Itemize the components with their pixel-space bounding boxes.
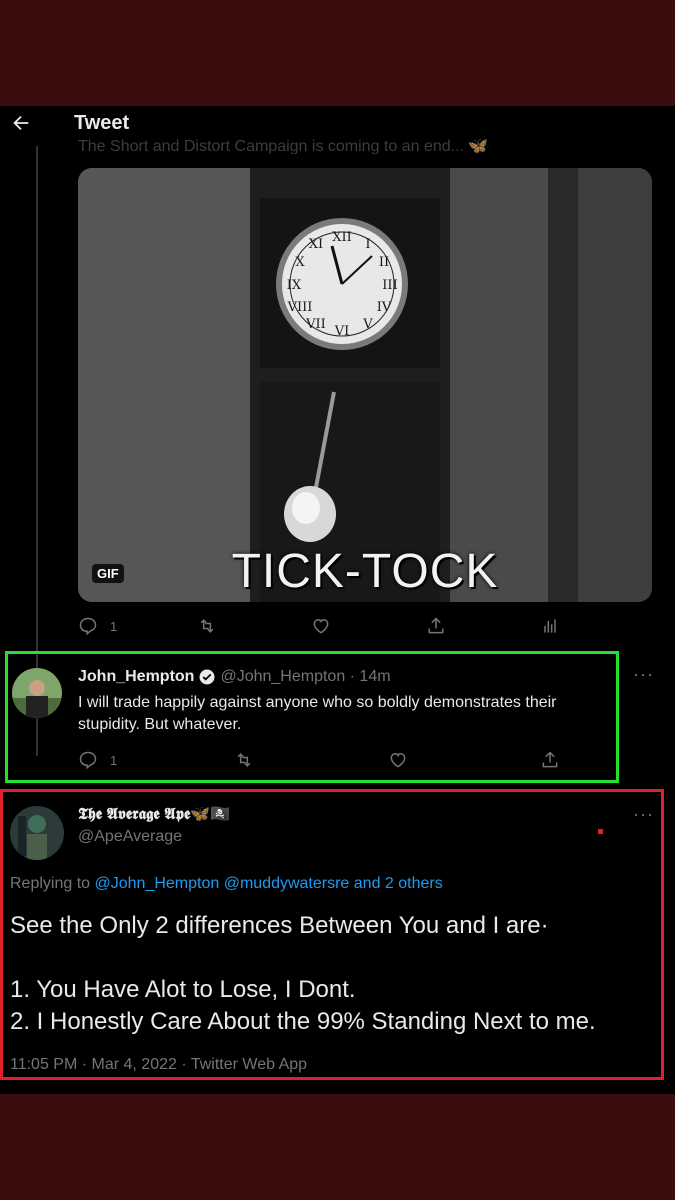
svg-text:VI: VI xyxy=(334,324,350,339)
svg-text:I: I xyxy=(365,237,370,252)
reply-count: 1 xyxy=(110,752,118,768)
gif-badge: GIF xyxy=(92,564,124,583)
reply-icon xyxy=(79,751,97,770)
share-icon xyxy=(428,617,444,634)
avatar-image xyxy=(12,668,62,718)
more-options-button[interactable]: ··· xyxy=(633,664,654,685)
heart-icon xyxy=(313,618,329,634)
clock-gif-image: XII I II III IV V VI VII VIII IX X XI xyxy=(78,168,652,602)
analytics-action[interactable] xyxy=(540,616,560,636)
svg-text:VII: VII xyxy=(305,317,326,332)
display-name: John_Hempton xyxy=(78,668,195,686)
share-icon xyxy=(542,751,558,768)
like-action[interactable] xyxy=(311,616,331,636)
reply-icon xyxy=(79,617,97,636)
more-options-button[interactable]: ··· xyxy=(633,804,654,825)
back-button[interactable] xyxy=(10,112,32,134)
red-dot-mark xyxy=(598,829,603,834)
retweet-icon xyxy=(200,619,214,633)
retweet-action[interactable] xyxy=(197,616,217,636)
svg-text:XII: XII xyxy=(332,230,352,245)
avatar-john-hempton[interactable] xyxy=(12,668,62,718)
avatar-image xyxy=(10,806,64,860)
replying-to: Replying to @John_Hempton @muddywatersre… xyxy=(10,875,443,893)
page-title: Tweet xyxy=(74,112,130,134)
reply-action[interactable]: 1 xyxy=(78,750,117,770)
gif-media[interactable]: XII I II III IV V VI VII VIII IX X XI TI… xyxy=(78,168,652,602)
display-name[interactable]: 𝕿𝖍𝖊 𝕬𝖛𝖊𝖗𝖆𝖌𝖊 𝕬𝖕𝖊🦋🏴‍☠️ xyxy=(78,804,230,824)
like-action[interactable] xyxy=(388,750,408,770)
tweet-author[interactable]: John_Hempton @John_Hempton · 14m xyxy=(78,668,391,686)
gif-caption: TICK-TOCK xyxy=(231,545,499,598)
svg-text:X: X xyxy=(295,255,305,270)
parent-tweet-preview: The Short and Distort Campaign is coming… xyxy=(78,138,489,154)
svg-text:IV: IV xyxy=(377,300,392,315)
retweet-icon xyxy=(237,753,251,767)
svg-text:VIII: VIII xyxy=(287,300,313,315)
svg-text:II: II xyxy=(379,255,389,270)
share-action[interactable] xyxy=(540,750,560,770)
tweet-timestamp-source[interactable]: 11:05 PM · Mar 4, 2022 · Twitter Web App xyxy=(10,1056,307,1074)
svg-text:IX: IX xyxy=(287,278,302,293)
analytics-icon xyxy=(544,619,556,633)
tweet-text-line-1: See the Only 2 differences Between You a… xyxy=(10,912,549,939)
tweet-text-line-3: 2. I Honestly Care About the 99% Standin… xyxy=(10,1008,596,1035)
avatar-ape-average[interactable] xyxy=(10,806,64,860)
verified-badge-icon xyxy=(199,669,215,685)
svg-text:XI: XI xyxy=(309,237,323,252)
retweet-action[interactable] xyxy=(234,750,254,770)
svg-text:III: III xyxy=(382,278,397,293)
replying-targets-link[interactable]: @John_Hempton @muddywatersre and 2 other… xyxy=(95,875,443,892)
heart-icon xyxy=(390,752,406,768)
reply-action[interactable]: 1 xyxy=(78,616,117,636)
screenshot-frame: Tweet The Short and Distort Campaign is … xyxy=(0,106,675,1094)
handle[interactable]: @ApeAverage xyxy=(78,828,182,846)
tweet-text-line-2: 1. You Have Alot to Lose, I Dont. xyxy=(10,976,356,1003)
arrow-left-icon xyxy=(13,115,29,131)
share-action[interactable] xyxy=(426,616,446,636)
reply-count: 1 xyxy=(110,618,118,634)
handle-time: @John_Hempton · 14m xyxy=(220,668,391,686)
replying-prefix: Replying to xyxy=(10,875,95,892)
tweet-text: I will trade happily against anyone who … xyxy=(78,694,557,733)
svg-text:V: V xyxy=(362,317,373,332)
